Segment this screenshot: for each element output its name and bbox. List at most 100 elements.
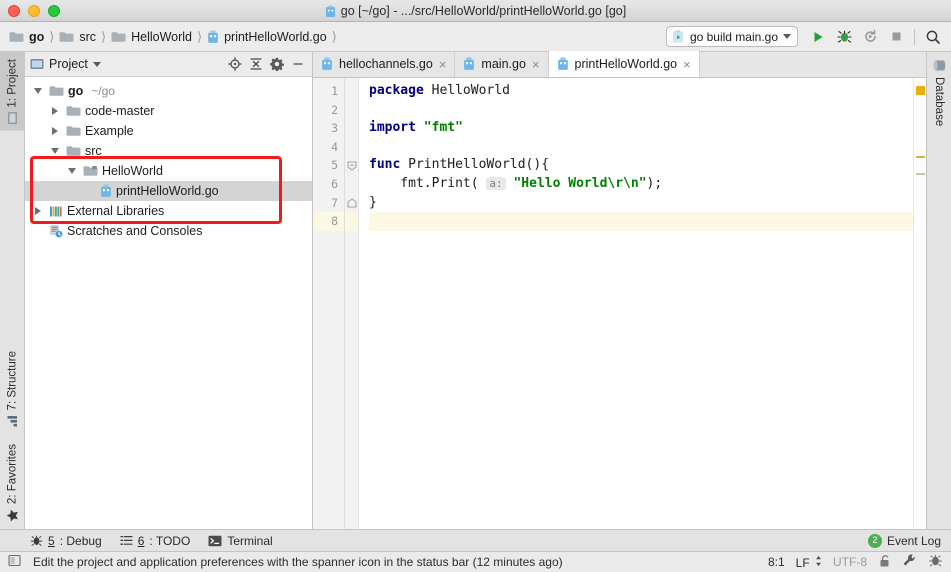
change-marker-2[interactable] (916, 173, 925, 175)
gear-icon[interactable] (268, 55, 286, 73)
editor-tab-printHelloWorld-go[interactable]: printHelloWorld.go × (549, 51, 700, 77)
chevron-down-icon[interactable] (93, 62, 101, 67)
tool-window-button-terminal[interactable]: Terminal (208, 534, 272, 548)
expand-arrow-down-icon[interactable] (48, 148, 62, 154)
change-marker-1[interactable] (916, 156, 925, 158)
tool-window-shortcut: 6 (138, 534, 145, 548)
code-line-2[interactable] (369, 101, 913, 120)
close-icon[interactable]: × (439, 58, 447, 71)
close-icon[interactable]: × (532, 58, 540, 71)
sidebar-item-favorites[interactable]: 2: Favorites (0, 434, 25, 529)
close-window-button[interactable] (8, 5, 20, 17)
tree-node-example[interactable]: Example (25, 121, 312, 141)
code-line-4[interactable] (369, 138, 913, 157)
tool-window-label: : Debug (60, 534, 102, 548)
unlocked-icon[interactable] (878, 554, 891, 571)
code-token: HelloWorld (424, 83, 510, 98)
sidebar-item-label: 2: Favorites (7, 444, 19, 504)
project-icon (30, 58, 44, 70)
editor-tab-hellochannels-go[interactable]: hellochannels.go× (313, 51, 455, 77)
editor-tab-bar: hellochannels.go×main.go×printHelloWorld… (313, 52, 926, 78)
tool-window-button-todo[interactable]: 6: TODO (120, 534, 191, 548)
run-configuration-selector[interactable]: go build main.go (666, 26, 798, 47)
window-title: go [~/go] - .../src/HelloWorld/printHell… (341, 4, 626, 18)
string-token: "Hello World\r\n" (513, 176, 646, 191)
locate-icon[interactable] (226, 55, 244, 73)
line-separator-selector[interactable]: LF (796, 555, 822, 570)
search-everywhere-button[interactable] (921, 25, 945, 49)
code-token: ); (647, 176, 663, 191)
stop-button[interactable] (884, 25, 908, 49)
tool-window-label: Terminal (227, 534, 272, 548)
fold-spacer (345, 101, 358, 120)
sidebar-item-project[interactable]: 1: Project (0, 52, 25, 131)
marker-bar[interactable] (913, 78, 926, 529)
run-button[interactable] (806, 25, 830, 49)
expand-arrow-down-icon[interactable] (31, 88, 45, 94)
spanner-icon[interactable] (902, 553, 917, 571)
tree-node-external-libraries[interactable]: External Libraries (25, 201, 312, 221)
tree-node-printhelloworld-go[interactable]: printHelloWorld.go (25, 181, 312, 201)
tool-window-button-debug[interactable]: 5: Debug (30, 534, 102, 548)
inspections-icon[interactable] (928, 553, 943, 571)
go-file-icon (463, 57, 475, 71)
toggle-toolwindows-icon[interactable] (8, 554, 21, 570)
code-line-3[interactable]: import "fmt" (369, 119, 913, 138)
encoding-selector[interactable]: UTF-8 (833, 555, 867, 569)
breadcrumb-item-src[interactable]: src (56, 30, 99, 44)
expand-arrow-right-icon[interactable] (48, 107, 62, 115)
code-line-5[interactable]: func PrintHelloWorld(){ (369, 156, 913, 175)
tree-node-scratches-and-consoles[interactable]: Scratches and Consoles (25, 221, 312, 241)
debug-button[interactable] (832, 25, 856, 49)
tree-node-code-master[interactable]: code-master (25, 101, 312, 121)
sidebar-item-database[interactable]: Database (927, 52, 951, 133)
expand-arrow-right-icon[interactable] (48, 127, 62, 135)
chevron-down-icon[interactable] (783, 34, 791, 39)
editor-tab-label: printHelloWorld.go (575, 57, 678, 71)
fold-gutter[interactable] (345, 78, 359, 529)
caret-position[interactable]: 8:1 (768, 555, 785, 569)
rerun-button[interactable] (858, 25, 882, 49)
todo-icon (120, 534, 133, 547)
minimize-window-button[interactable] (28, 5, 40, 17)
title-bar: go [~/go] - .../src/HelloWorld/printHell… (0, 0, 951, 22)
code-line-6[interactable]: fmt.Print( a: "Hello World\r\n"); (369, 175, 913, 194)
breadcrumb-item-helloworld[interactable]: HelloWorld (108, 30, 195, 44)
search-icon (925, 29, 941, 45)
tree-node-label: Example (85, 124, 134, 138)
event-log-button[interactable]: 2 Event Log (868, 534, 951, 548)
code-content[interactable]: package HelloWorld import "fmt" func Print… (359, 78, 913, 529)
warning-marker[interactable] (916, 86, 925, 95)
code-editor[interactable]: 12345678 package HelloWorldimport "fmt"f… (313, 78, 926, 529)
line-number: 3 (313, 119, 344, 138)
breadcrumb-item-go[interactable]: go (6, 30, 47, 44)
structure-icon (7, 415, 18, 427)
breadcrumb-item-file[interactable]: printHelloWorld.go (204, 30, 330, 44)
folder-icon (49, 85, 64, 97)
expand-arrow-right-icon[interactable] (31, 207, 45, 215)
expand-arrow-down-icon[interactable] (65, 168, 79, 174)
tree-node-src[interactable]: src (25, 141, 312, 161)
panel-header-actions (226, 55, 307, 73)
code-line-8[interactable] (369, 212, 913, 231)
sidebar-item-label: 7: Structure (7, 351, 19, 410)
code-line-7[interactable]: } (369, 194, 913, 213)
collapse-all-icon[interactable] (247, 55, 265, 73)
project-tree[interactable]: go~/gocode-master Example srcHelloWorldpri… (25, 77, 312, 529)
tree-node-helloworld[interactable]: HelloWorld (25, 161, 312, 181)
libraries-icon (49, 205, 63, 218)
tree-node-go[interactable]: go~/go (25, 81, 312, 101)
fold-spacer (345, 212, 358, 231)
close-icon[interactable]: × (683, 58, 691, 71)
editor-tab-main-go[interactable]: main.go× (455, 51, 548, 77)
go-file-icon (557, 57, 569, 71)
sidebar-item-structure[interactable]: 7: Structure (0, 344, 25, 433)
minimize-icon[interactable] (289, 55, 307, 73)
fold-open-icon[interactable] (345, 156, 358, 175)
zoom-window-button[interactable] (48, 5, 60, 17)
project-tool-window: Project (25, 52, 313, 529)
code-line-1[interactable]: package HelloWorld (369, 82, 913, 101)
tool-window-bar: 5: Debug 6: TODO Terminal 2 Event Log (0, 529, 951, 551)
main-body: 1: Project 7: Structure 2: Favorites (0, 52, 951, 529)
fold-close-icon[interactable] (345, 194, 358, 213)
